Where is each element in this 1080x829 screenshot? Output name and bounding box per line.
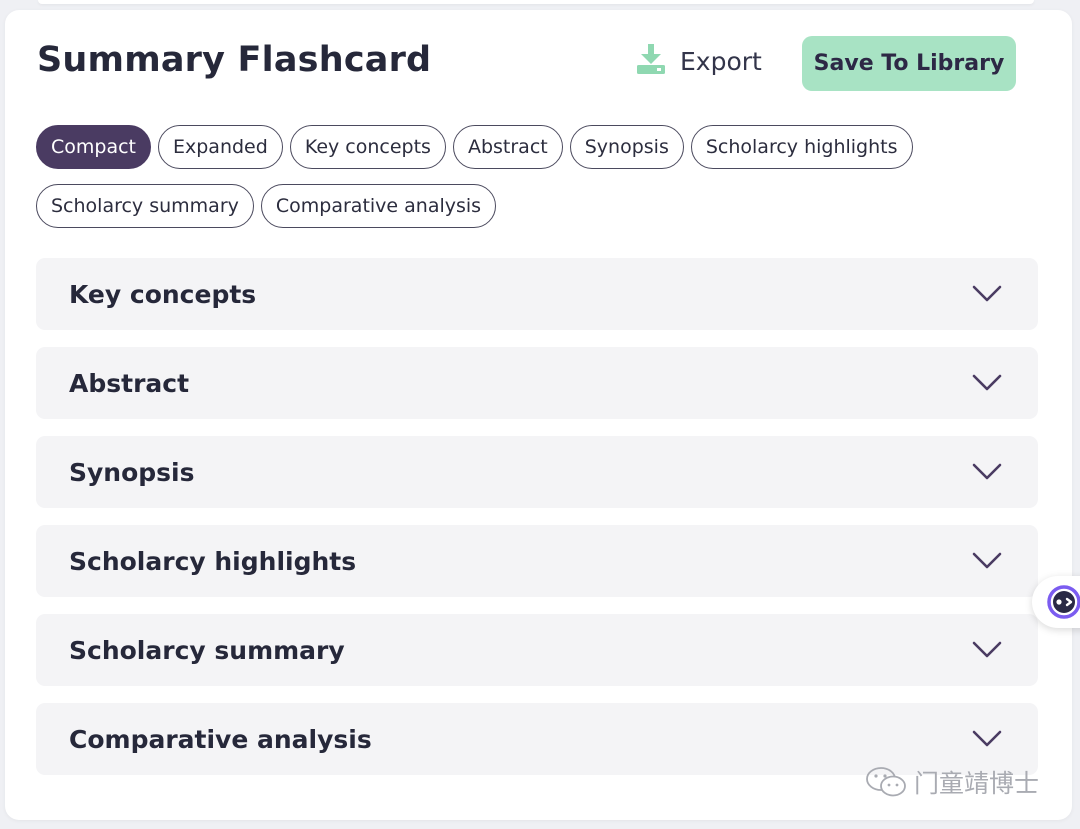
chip-key-concepts[interactable]: Key concepts	[289, 125, 446, 169]
assistant-bot-icon	[1047, 585, 1080, 619]
chip-scholarcy-highlights[interactable]: Scholarcy highlights	[690, 125, 913, 169]
section-label: Scholarcy highlights	[69, 546, 357, 576]
watermark: 门童靖博士	[864, 764, 1039, 800]
chip-comparative-analysis[interactable]: Comparative analysis	[260, 184, 497, 228]
chevron-down-icon	[972, 374, 1002, 391]
chip-compact[interactable]: Compact	[36, 125, 151, 169]
chevron-down-icon	[972, 730, 1002, 747]
chip-synopsis[interactable]: Synopsis	[569, 125, 684, 169]
export-button[interactable]: Export	[636, 44, 762, 78]
save-to-library-button[interactable]: Save To Library	[802, 36, 1016, 91]
chevron-down-icon	[972, 285, 1002, 302]
export-label: Export	[680, 46, 762, 76]
section-key-concepts[interactable]: Key concepts	[36, 258, 1038, 330]
previous-card-edge	[38, 0, 1034, 4]
section-label: Comparative analysis	[69, 724, 372, 754]
chevron-down-icon	[972, 641, 1002, 658]
section-scholarcy-summary[interactable]: Scholarcy summary	[36, 614, 1038, 686]
section-label: Key concepts	[69, 279, 257, 309]
flashcard-sections: Key concepts Abstract Synopsis Scholarcy…	[36, 258, 1038, 792]
section-label: Synopsis	[69, 457, 195, 487]
chevron-down-icon	[972, 463, 1002, 480]
chip-expanded[interactable]: Expanded	[158, 125, 283, 169]
section-label: Abstract	[69, 368, 190, 398]
section-abstract[interactable]: Abstract	[36, 347, 1038, 419]
chip-abstract[interactable]: Abstract	[452, 125, 563, 169]
page-title: Summary Flashcard	[37, 40, 432, 80]
assistant-widget-button[interactable]	[1032, 576, 1080, 628]
view-mode-chips: Compact Expanded Key concepts Abstract S…	[36, 125, 936, 228]
wechat-icon	[866, 767, 906, 797]
section-synopsis[interactable]: Synopsis	[36, 436, 1038, 508]
section-scholarcy-highlights[interactable]: Scholarcy highlights	[36, 525, 1038, 597]
watermark-text: 门童靖博士	[914, 769, 1040, 798]
section-label: Scholarcy summary	[69, 635, 345, 665]
download-icon	[636, 43, 666, 79]
chevron-down-icon	[972, 552, 1002, 569]
chip-scholarcy-summary[interactable]: Scholarcy summary	[36, 184, 254, 228]
